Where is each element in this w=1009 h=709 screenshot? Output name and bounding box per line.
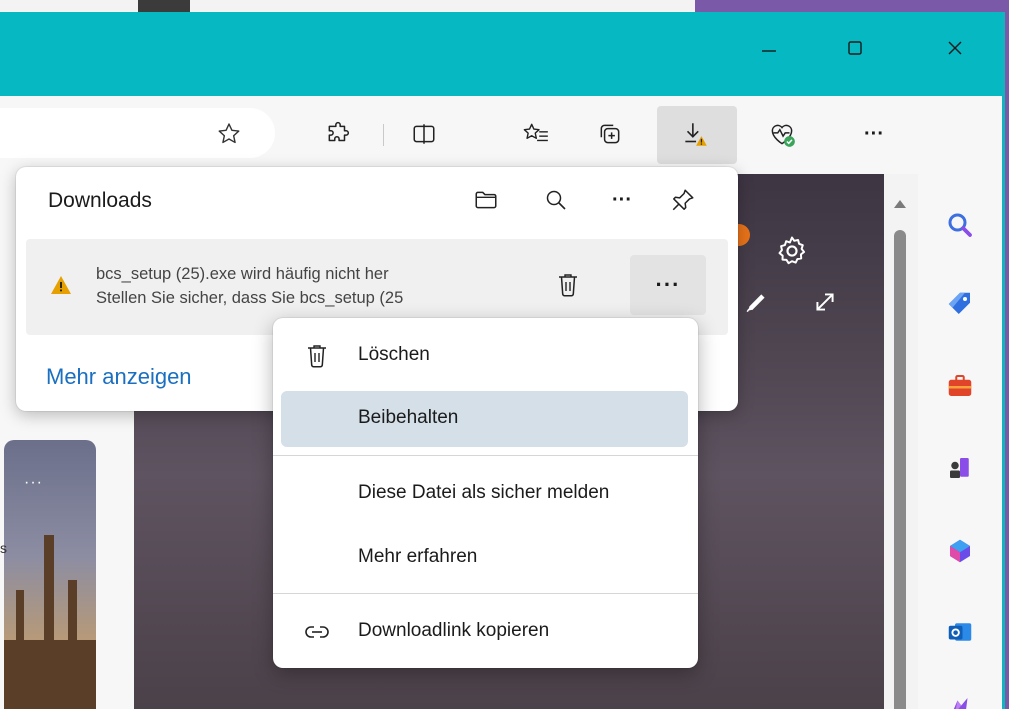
expand-icon bbox=[816, 293, 834, 311]
background-window-strip bbox=[0, 0, 1009, 12]
close-button[interactable] bbox=[932, 30, 978, 66]
edit-image-button[interactable] bbox=[744, 289, 770, 320]
downloads-title: Downloads bbox=[48, 189, 152, 212]
window-border bbox=[1002, 12, 1009, 709]
more-options-label: ··· bbox=[864, 122, 884, 145]
clipped-text: s bbox=[0, 540, 7, 556]
tools-icon bbox=[948, 375, 972, 396]
show-more-link[interactable]: Mehr anzeigen bbox=[46, 364, 192, 390]
warning-badge bbox=[50, 275, 72, 300]
link-icon bbox=[305, 626, 329, 638]
menu-item-label: Diese Datei als sicher melden bbox=[358, 482, 610, 503]
downloads-more-button[interactable]: ··· bbox=[601, 179, 643, 221]
favorite-star-button[interactable] bbox=[209, 114, 249, 154]
menu-item-keep[interactable]: Beibehalten bbox=[281, 391, 688, 447]
sidebar-designer-button[interactable] bbox=[938, 686, 982, 709]
downloads-icon bbox=[685, 123, 707, 146]
toolbar-divider bbox=[383, 124, 384, 146]
outlook-icon bbox=[948, 623, 972, 641]
maximize-icon bbox=[848, 41, 862, 55]
trash-icon-wrap bbox=[301, 340, 333, 372]
open-folder-button[interactable] bbox=[465, 179, 507, 221]
games-icon bbox=[950, 458, 969, 478]
menu-item-delete[interactable]: Löschen bbox=[281, 328, 688, 384]
sidebar-outlook-button[interactable] bbox=[938, 610, 982, 654]
menu-item-label: Beibehalten bbox=[358, 407, 459, 428]
background-purple-area bbox=[695, 0, 1009, 12]
shopping-tag-icon bbox=[948, 292, 970, 314]
search-icon bbox=[546, 190, 566, 210]
trash-icon bbox=[559, 274, 577, 297]
menu-divider bbox=[273, 455, 698, 456]
open-folder-icon bbox=[475, 191, 497, 209]
delete-download-button[interactable] bbox=[546, 263, 590, 307]
search-downloads-button[interactable] bbox=[535, 179, 577, 221]
minimize-button[interactable] bbox=[746, 30, 792, 66]
sidebar-games-button[interactable] bbox=[938, 446, 982, 490]
image-card[interactable] bbox=[4, 440, 96, 709]
menu-item-label: Downloadlink kopieren bbox=[358, 620, 550, 641]
more-options-button[interactable]: ··· bbox=[854, 114, 894, 154]
cathedral-body bbox=[4, 640, 96, 709]
menu-item-copy-link[interactable]: Downloadlink kopieren bbox=[281, 604, 688, 660]
sidebar-shopping-button[interactable] bbox=[938, 282, 982, 326]
brush-icon bbox=[746, 294, 765, 313]
background-block bbox=[138, 0, 190, 12]
favorites-button[interactable] bbox=[516, 114, 556, 154]
menu-item-label: Mehr erfahren bbox=[358, 546, 478, 567]
downloads-button-icon-wrap[interactable] bbox=[675, 114, 715, 154]
pin-icon bbox=[672, 189, 694, 211]
scrollbar-thumb[interactable] bbox=[894, 230, 906, 709]
menu-divider bbox=[273, 593, 698, 594]
pin-panel-button[interactable] bbox=[662, 179, 704, 221]
scroll-up-arrow[interactable] bbox=[894, 200, 906, 208]
expand-button[interactable] bbox=[812, 289, 838, 320]
close-icon bbox=[948, 41, 962, 55]
trash-icon bbox=[308, 345, 326, 368]
minimize-icon bbox=[762, 50, 776, 52]
favorite-star-icon bbox=[218, 123, 240, 144]
browser-essentials-button[interactable] bbox=[762, 114, 802, 154]
more-icon: ··· bbox=[612, 188, 632, 211]
extensions-icon bbox=[328, 121, 350, 142]
settings-button[interactable] bbox=[775, 234, 809, 273]
download-warning-text: bcs_setup (25).exe wird häufig nicht her bbox=[96, 265, 389, 283]
warning-icon bbox=[51, 276, 71, 294]
page-scrollbar[interactable] bbox=[884, 174, 918, 709]
search-icon bbox=[948, 213, 972, 237]
maximize-button[interactable] bbox=[832, 30, 878, 66]
collections-icon bbox=[600, 124, 620, 144]
card-more-button[interactable]: ··· bbox=[24, 474, 43, 492]
microsoft-365-icon bbox=[950, 539, 970, 563]
browser-toolbar: ··· bbox=[0, 96, 1002, 174]
favorites-icon bbox=[523, 123, 548, 142]
edge-sidebar bbox=[918, 96, 1002, 709]
gear-icon bbox=[778, 236, 806, 265]
download-item-more-button[interactable]: ··· bbox=[630, 255, 706, 315]
menu-item-report-safe[interactable]: Diese Datei als sicher melden bbox=[281, 466, 688, 522]
designer-icon bbox=[953, 698, 968, 709]
sidebar-search-button[interactable] bbox=[938, 203, 982, 247]
title-bar bbox=[0, 12, 1002, 96]
sidebar-m365-button[interactable] bbox=[938, 529, 982, 573]
menu-item-label: Löschen bbox=[358, 344, 430, 365]
extensions-button[interactable] bbox=[318, 114, 358, 154]
sidebar-tools-button[interactable] bbox=[938, 364, 982, 408]
link-icon-wrap bbox=[301, 616, 333, 648]
split-screen-icon bbox=[413, 124, 435, 144]
split-screen-button[interactable] bbox=[404, 114, 444, 154]
collections-button[interactable] bbox=[590, 114, 630, 154]
download-context-menu: Löschen Beibehalten Diese Datei als sich… bbox=[273, 318, 698, 668]
download-warning-subtext: Stellen Sie sicher, dass Sie bcs_setup (… bbox=[96, 289, 404, 307]
menu-item-learn-more[interactable]: Mehr erfahren bbox=[281, 530, 688, 586]
browser-essentials-icon bbox=[771, 124, 795, 147]
